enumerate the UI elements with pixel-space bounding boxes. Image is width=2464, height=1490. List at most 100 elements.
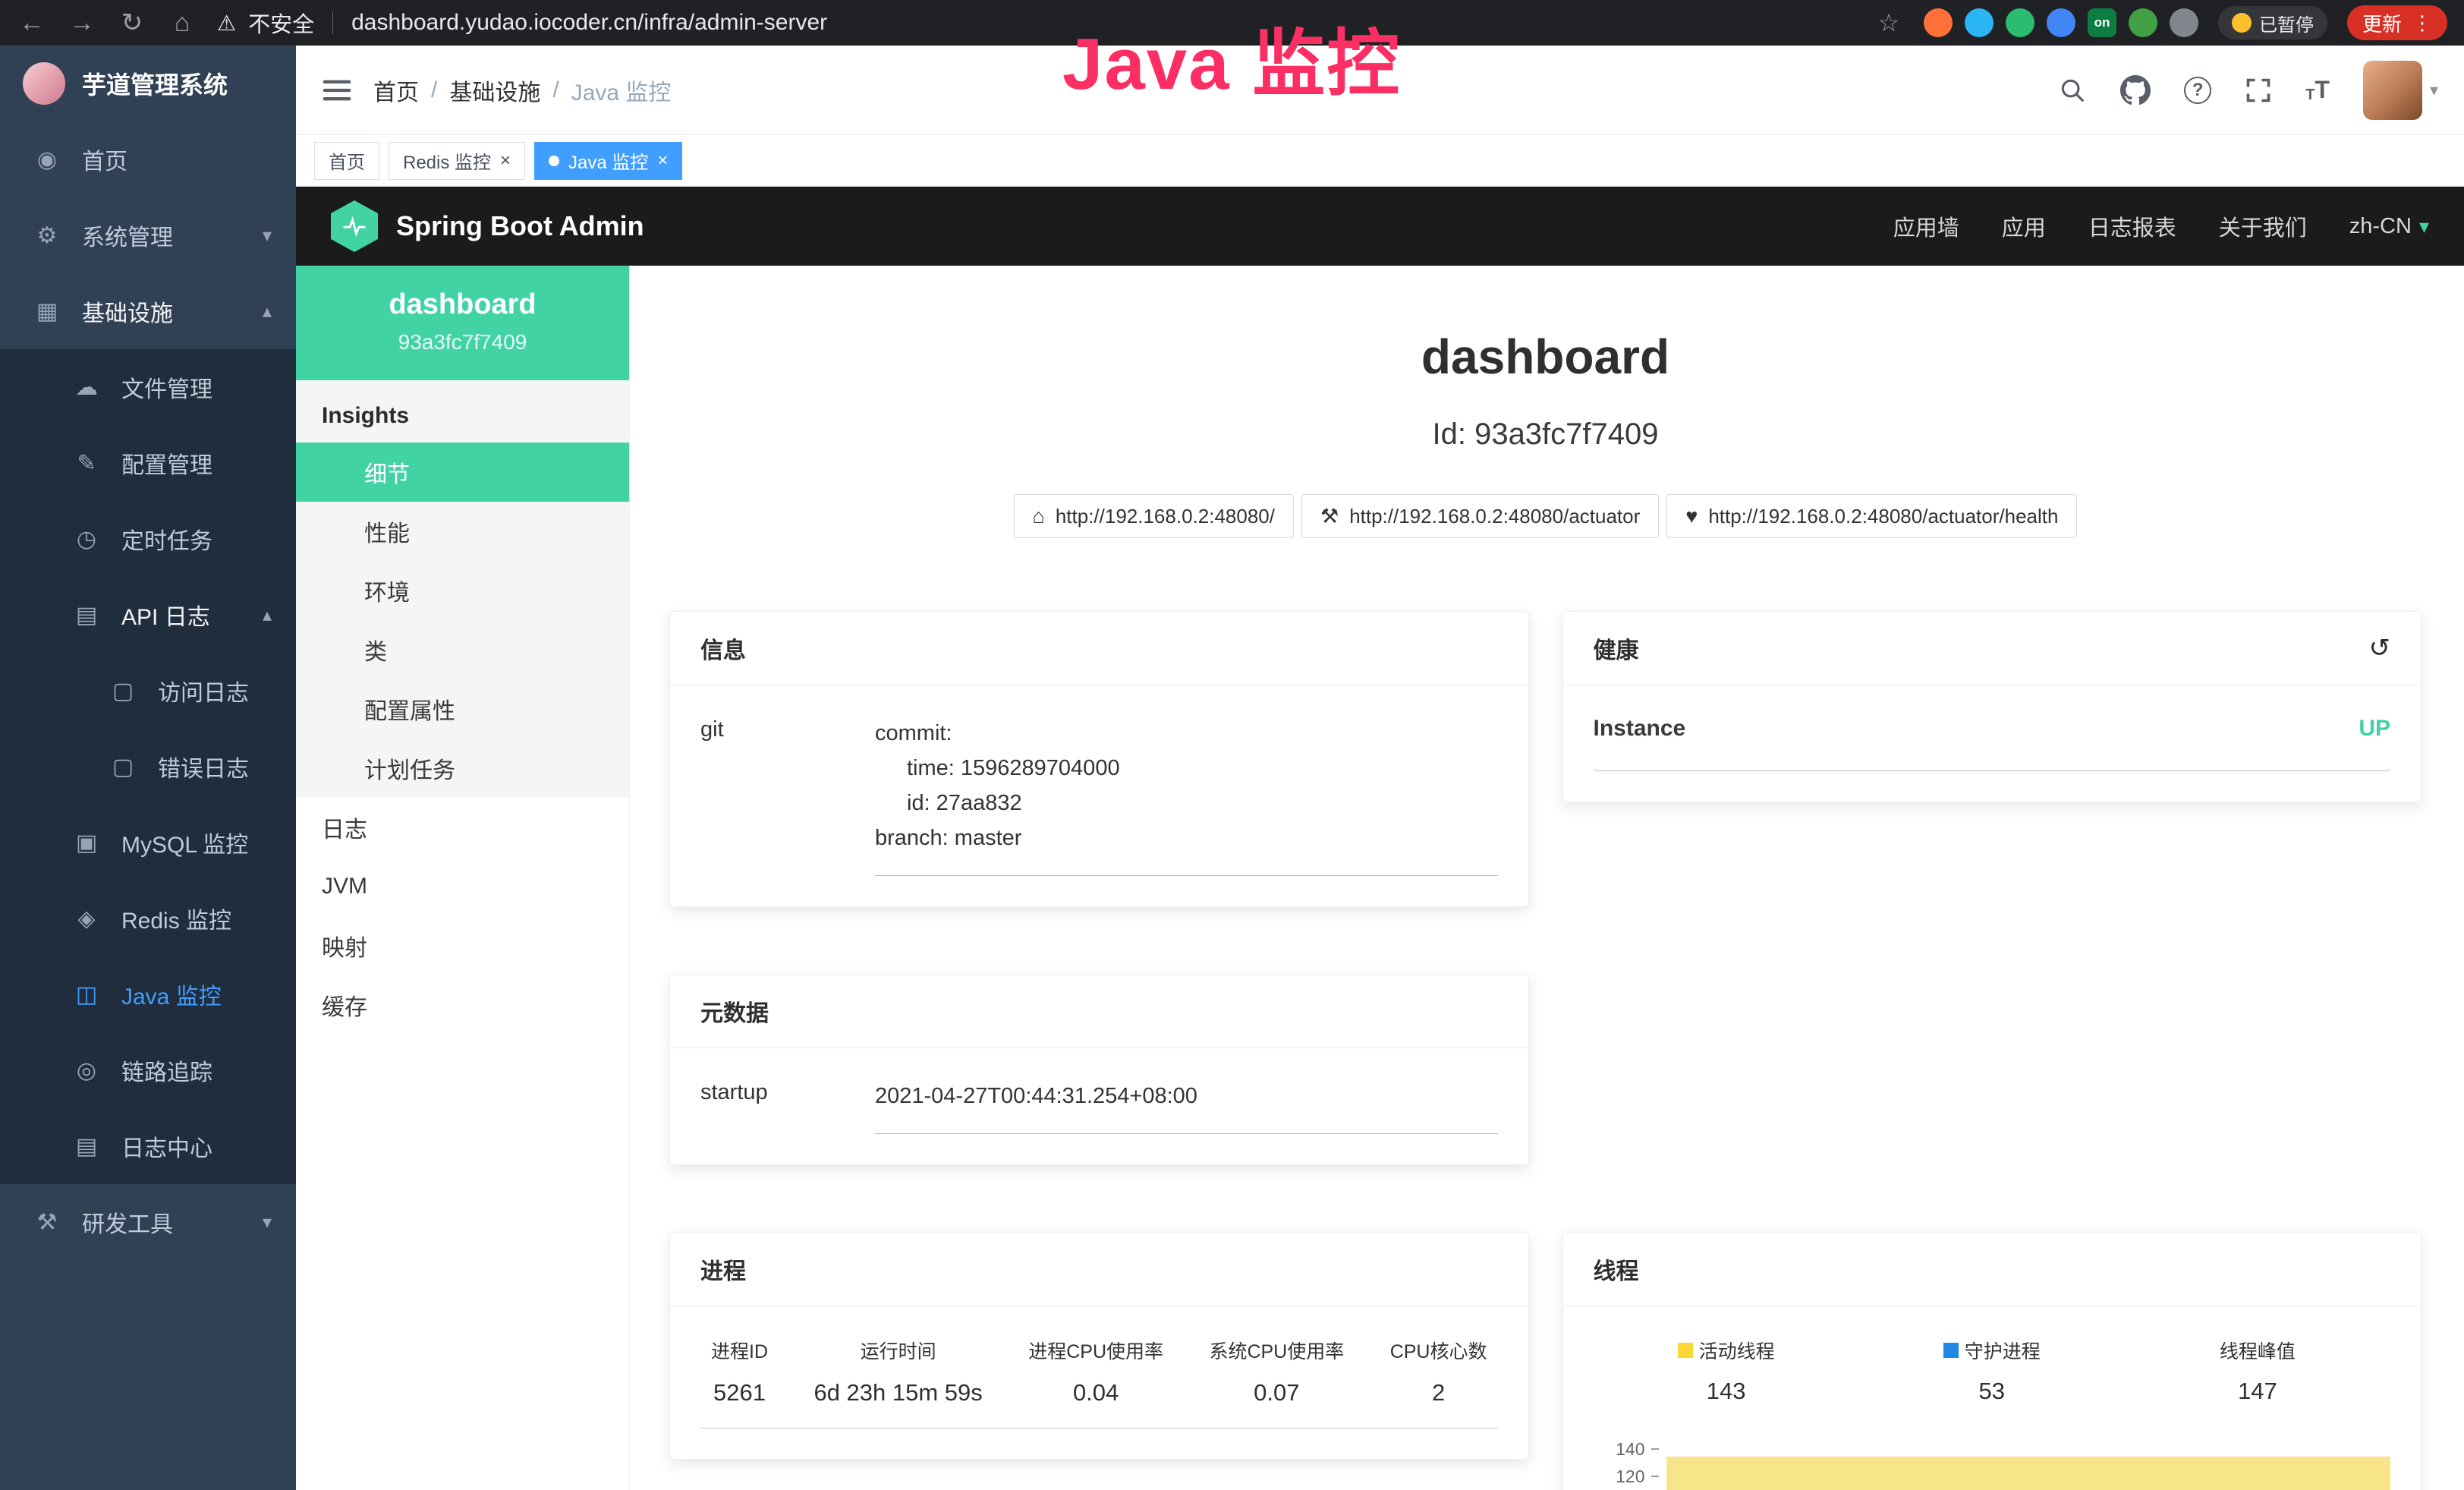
chart-plot bbox=[1663, 1435, 2391, 1490]
sba-item-scheduled-tasks[interactable]: 计划任务 bbox=[296, 739, 629, 798]
tab-java-monitor[interactable]: Java 监控× bbox=[534, 142, 682, 180]
font-size-icon[interactable]: TT bbox=[2305, 76, 2330, 104]
sba-item-caches[interactable]: 缓存 bbox=[296, 975, 629, 1035]
sba-insights-list: 细节性能环境类配置属性计划任务 bbox=[296, 443, 629, 798]
metadata-card-title: 元数据 bbox=[700, 994, 769, 1028]
sidebar-item-access-logs[interactable]: ▢访问日志 bbox=[0, 653, 296, 729]
db-icon: ▣ bbox=[70, 830, 103, 856]
update-button[interactable]: 更新 ⋮ bbox=[2347, 5, 2447, 40]
browser-menu-icon[interactable]: ⋮ bbox=[2412, 11, 2432, 35]
app-logo bbox=[23, 62, 65, 105]
tick-mark-icon bbox=[1651, 1476, 1659, 1477]
sidebar-item-scheduled-jobs[interactable]: ◷ 定时任务 bbox=[0, 501, 296, 577]
process-column-label: 系统CPU使用率 bbox=[1209, 1337, 1344, 1364]
home-icon[interactable]: ⌂ bbox=[167, 8, 197, 38]
sba-item-config-properties[interactable]: 配置属性 bbox=[296, 679, 629, 739]
search-icon[interactable] bbox=[2058, 76, 2087, 105]
home-icon: ⌂ bbox=[1033, 505, 1045, 528]
bookmark-star-icon[interactable]: ☆ bbox=[1874, 8, 1904, 37]
sba-item-environment[interactable]: 环境 bbox=[296, 561, 629, 620]
history-icon[interactable]: ↺ bbox=[2369, 633, 2391, 663]
wrench-icon: ⚒ bbox=[1320, 505, 1339, 528]
close-icon[interactable]: × bbox=[500, 152, 511, 170]
sidebar-item-api-logs[interactable]: ▤API 日志▴ bbox=[0, 577, 296, 653]
extension-switch-on-icon[interactable]: on bbox=[2088, 8, 2116, 37]
extension-picker-icon[interactable] bbox=[1965, 8, 1994, 37]
sidebar-item-log-center[interactable]: ▤日志中心 bbox=[0, 1108, 296, 1184]
instance-subtitle: Id: 93a3fc7f7409 bbox=[669, 417, 2422, 452]
sba-item-classes[interactable]: 类 bbox=[296, 620, 629, 679]
back-icon[interactable]: ← bbox=[17, 8, 47, 38]
sidebar-item-mysql-monitor[interactable]: ▣MySQL 监控 bbox=[0, 805, 296, 880]
extension-fox-icon[interactable] bbox=[1924, 8, 1953, 37]
close-icon[interactable]: × bbox=[657, 152, 668, 170]
help-icon[interactable]: ? bbox=[2184, 77, 2211, 104]
sidebar-item-label: 日志中心 bbox=[121, 1129, 212, 1163]
fullscreen-icon[interactable] bbox=[2245, 77, 2272, 104]
sba-nav-about[interactable]: 关于我们 bbox=[2219, 210, 2307, 242]
update-label: 更新 bbox=[2362, 9, 2402, 37]
sba-nav-applications[interactable]: 应用 bbox=[2002, 210, 2046, 242]
paused-badge[interactable]: 已暂停 bbox=[2218, 6, 2327, 39]
breadcrumb-item-infrastructure[interactable]: 基础设施 bbox=[449, 74, 540, 107]
user-menu[interactable]: ▾ bbox=[2363, 61, 2438, 120]
sidebar-item-error-logs[interactable]: ▢错误日志 bbox=[0, 729, 296, 805]
github-icon[interactable] bbox=[2120, 75, 2151, 106]
sidebar-item-dev-tools[interactable]: ⚒研发工具▾ bbox=[0, 1184, 296, 1260]
sidebar-item-label: 配置管理 bbox=[121, 446, 212, 480]
sidebar-toggle-icon[interactable] bbox=[322, 77, 352, 103]
health-card-title: 健康 bbox=[1594, 632, 1639, 665]
sba-item-jvm[interactable]: JVM bbox=[296, 857, 629, 916]
doc-icon: ▢ bbox=[106, 678, 140, 704]
extension-sprout-icon[interactable] bbox=[2129, 8, 2157, 37]
threads-chart: 140120100 bbox=[1594, 1435, 2391, 1490]
sba-item-logs[interactable]: 日志 bbox=[296, 798, 629, 857]
sidebar-item-infrastructure[interactable]: ▦基础设施▴ bbox=[0, 273, 296, 349]
sidebar-item-config-management[interactable]: ✎配置管理 bbox=[0, 425, 296, 501]
breadcrumb-item-home[interactable]: 首页 bbox=[373, 74, 419, 107]
dashboard-icon: ◉ bbox=[30, 146, 64, 173]
tab-redis-monitor[interactable]: Redis 监控× bbox=[389, 142, 525, 180]
sidebar-item-tracing[interactable]: ◎链路追踪 bbox=[0, 1032, 296, 1108]
sidebar-item-home[interactable]: ◉首页 bbox=[0, 121, 296, 197]
legend-label: 守护进程 bbox=[1965, 1337, 2041, 1364]
link-url: http://192.168.0.2:48080/ bbox=[1056, 505, 1275, 528]
spring-boot-admin: Spring Boot Admin 应用墙应用日志报表关于我们 zh-CN ▾ … bbox=[296, 187, 2464, 1490]
sba-instance-header[interactable]: dashboard 93a3fc7f7409 bbox=[296, 266, 629, 380]
instance-name: dashboard bbox=[304, 288, 622, 321]
refresh-icon[interactable]: ↻ bbox=[117, 8, 147, 38]
sba-item-mappings[interactable]: 映射 bbox=[296, 916, 629, 975]
sba-item-performance[interactable]: 性能 bbox=[296, 502, 629, 561]
sidebar-item-java-monitor[interactable]: ◫Java 监控 bbox=[0, 956, 296, 1032]
timer-icon: ◷ bbox=[70, 526, 103, 553]
legend-label-row: 活动线程 bbox=[1678, 1337, 1775, 1364]
instance-id: 93a3fc7f7409 bbox=[304, 330, 622, 354]
sidebar-item-label: 文件管理 bbox=[121, 370, 212, 404]
instance-link-health[interactable]: ♥http://192.168.0.2:48080/actuator/healt… bbox=[1666, 494, 2077, 538]
tab-home[interactable]: 首页 bbox=[314, 142, 379, 180]
app-logo-row[interactable]: 芋道管理系统 bbox=[0, 46, 296, 121]
instance-link-actuator[interactable]: ⚒http://192.168.0.2:48080/actuator bbox=[1301, 494, 1659, 538]
sidebar-item-file-management[interactable]: ☁文件管理 bbox=[0, 349, 296, 425]
legend-swatch bbox=[1678, 1343, 1693, 1358]
process-column-label: CPU核心数 bbox=[1390, 1337, 1487, 1364]
sba-nav-journal[interactable]: 日志报表 bbox=[2088, 210, 2176, 242]
sidebar-item-redis-monitor[interactable]: ◈Redis 监控 bbox=[0, 880, 296, 956]
address-bar[interactable]: ⚠ 不安全 dashboard.yudao.iocoder.cn/infra/a… bbox=[217, 7, 1854, 39]
sidebar-item-system-management[interactable]: ⚙系统管理▾ bbox=[0, 197, 296, 273]
sba-nav-wallboard[interactable]: 应用墙 bbox=[1893, 210, 1959, 242]
forward-icon[interactable]: → bbox=[67, 8, 97, 38]
info-line: time: 1596289704000 bbox=[875, 751, 1498, 786]
extension-plugin-icon[interactable] bbox=[2170, 8, 2198, 37]
language-select[interactable]: zh-CN ▾ bbox=[2349, 214, 2429, 239]
instance-link-root[interactable]: ⌂ http://192.168.0.2:48080/ bbox=[1014, 494, 1294, 538]
sidebar-item-label: 定时任务 bbox=[121, 522, 212, 556]
sba-item-details[interactable]: 细节 bbox=[296, 443, 629, 502]
sba-body: dashboard 93a3fc7f7409 Insights 细节性能环境类配… bbox=[296, 266, 2464, 1490]
process-column: CPU核心数2 bbox=[1390, 1337, 1487, 1407]
extension-translate-icon[interactable] bbox=[2006, 8, 2034, 37]
extension-grid-icon[interactable] bbox=[2047, 8, 2075, 37]
extensions-row: on bbox=[1924, 8, 2198, 37]
heart-icon: ♥ bbox=[1685, 505, 1698, 528]
threads-area bbox=[1666, 1457, 2391, 1490]
